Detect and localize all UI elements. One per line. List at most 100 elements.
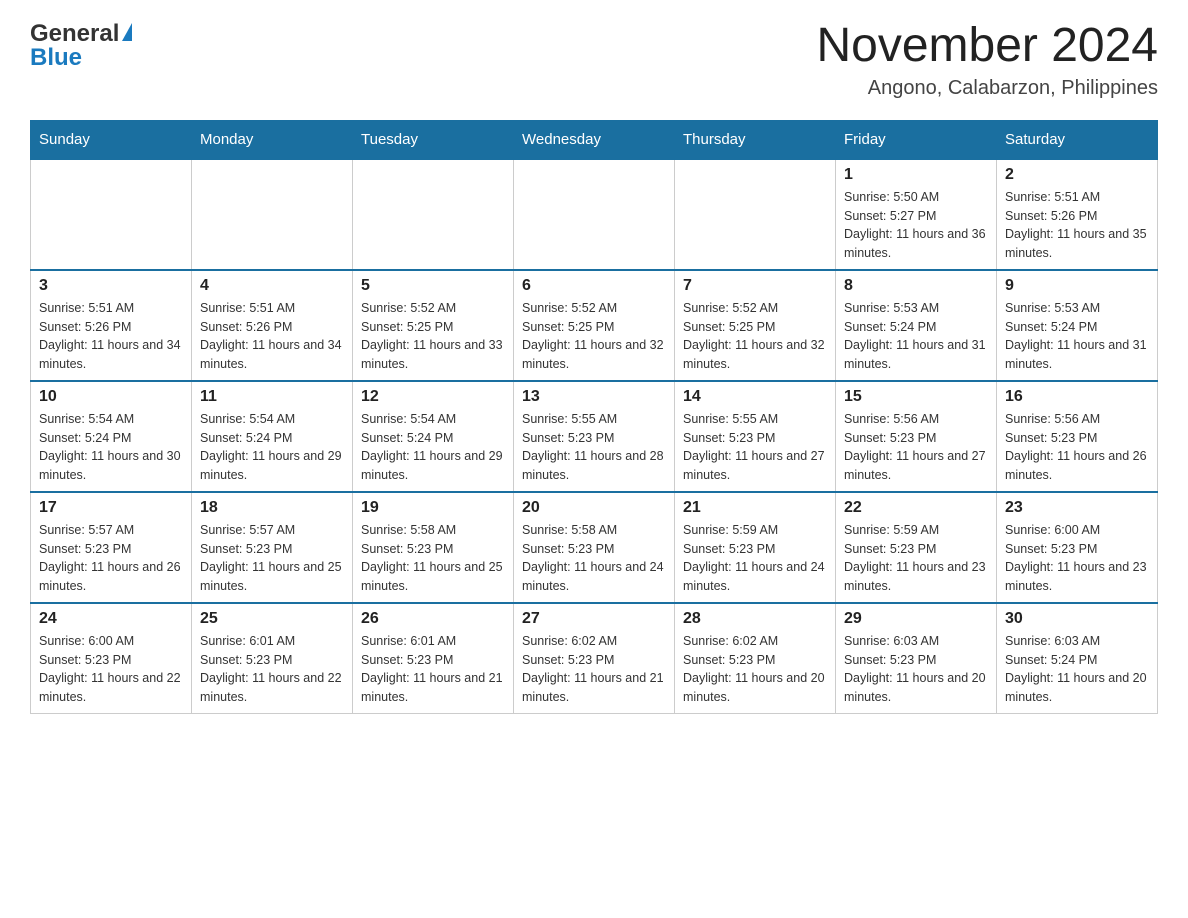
calendar-week-row: 24 Sunrise: 6:00 AM Sunset: 5:23 PM Dayli… — [31, 603, 1158, 714]
day-number: 23 — [1005, 499, 1149, 517]
table-row: 19 Sunrise: 5:58 AM Sunset: 5:23 PM Dayli… — [353, 492, 514, 603]
day-number: 19 — [361, 499, 505, 517]
day-info: Sunrise: 6:02 AM Sunset: 5:23 PM Dayligh… — [683, 632, 827, 707]
day-number: 11 — [200, 388, 344, 406]
day-info: Sunrise: 5:59 AM Sunset: 5:23 PM Dayligh… — [844, 521, 988, 596]
table-row: 1Sunrise: 5:50 AM Sunset: 5:27 PM Daylig… — [836, 159, 997, 270]
day-number: 28 — [683, 610, 827, 628]
day-number: 15 — [844, 388, 988, 406]
table-row: 26 Sunrise: 6:01 AM Sunset: 5:23 PM Dayli… — [353, 603, 514, 714]
calendar-title: November 2024 — [816, 20, 1158, 73]
day-info: Sunrise: 6:01 AM Sunset: 5:23 PM Dayligh… — [361, 632, 505, 707]
table-row: 5Sunrise: 5:52 AM Sunset: 5:25 PM Daylig… — [353, 270, 514, 381]
table-row: 24 Sunrise: 6:00 AM Sunset: 5:23 PM Dayli… — [31, 603, 192, 714]
logo-blue-text: Blue — [30, 44, 82, 72]
day-number: 12 — [361, 388, 505, 406]
table-row: 7Sunrise: 5:52 AM Sunset: 5:25 PM Daylig… — [675, 270, 836, 381]
day-number: 25 — [200, 610, 344, 628]
day-info: Sunrise: 5:51 AM Sunset: 5:26 PM Dayligh… — [1005, 188, 1149, 263]
logo-triangle-icon — [122, 23, 132, 41]
col-friday: Friday — [836, 120, 997, 159]
calendar-week-row: 1Sunrise: 5:50 AM Sunset: 5:27 PM Daylig… — [31, 159, 1158, 270]
col-thursday: Thursday — [675, 120, 836, 159]
day-info: Sunrise: 5:56 AM Sunset: 5:23 PM Dayligh… — [1005, 410, 1149, 485]
day-number: 13 — [522, 388, 666, 406]
day-number: 24 — [39, 610, 183, 628]
day-info: Sunrise: 5:57 AM Sunset: 5:23 PM Dayligh… — [200, 521, 344, 596]
calendar-location: Angono, Calabarzon, Philippines — [816, 77, 1158, 100]
day-info: Sunrise: 5:55 AM Sunset: 5:23 PM Dayligh… — [522, 410, 666, 485]
day-number: 7 — [683, 277, 827, 295]
col-sunday: Sunday — [31, 120, 192, 159]
table-row: 3 Sunrise: 5:51 AM Sunset: 5:26 PM Daylig… — [31, 270, 192, 381]
day-number: 9 — [1005, 277, 1149, 295]
table-row: 4 Sunrise: 5:51 AM Sunset: 5:26 PM Daylig… — [192, 270, 353, 381]
day-info: Sunrise: 5:59 AM Sunset: 5:23 PM Dayligh… — [683, 521, 827, 596]
col-tuesday: Tuesday — [353, 120, 514, 159]
day-info: Sunrise: 5:58 AM Sunset: 5:23 PM Dayligh… — [361, 521, 505, 596]
table-row: 20 Sunrise: 5:58 AM Sunset: 5:23 PM Dayli… — [514, 492, 675, 603]
calendar-week-row: 17 Sunrise: 5:57 AM Sunset: 5:23 PM Dayli… — [31, 492, 1158, 603]
table-row: 25 Sunrise: 6:01 AM Sunset: 5:23 PM Dayli… — [192, 603, 353, 714]
table-row: 30 Sunrise: 6:03 AM Sunset: 5:24 PM Dayli… — [997, 603, 1158, 714]
calendar-title-block: November 2024 Angono, Calabarzon, Philip… — [816, 20, 1158, 100]
col-saturday: Saturday — [997, 120, 1158, 159]
day-number: 18 — [200, 499, 344, 517]
day-info: Sunrise: 5:54 AM Sunset: 5:24 PM Dayligh… — [39, 410, 183, 485]
day-info: Sunrise: 6:01 AM Sunset: 5:23 PM Dayligh… — [200, 632, 344, 707]
table-row — [675, 159, 836, 270]
table-row: 9 Sunrise: 5:53 AM Sunset: 5:24 PM Daylig… — [997, 270, 1158, 381]
day-number: 30 — [1005, 610, 1149, 628]
day-number: 17 — [39, 499, 183, 517]
day-info: Sunrise: 6:03 AM Sunset: 5:23 PM Dayligh… — [844, 632, 988, 707]
table-row: 18 Sunrise: 5:57 AM Sunset: 5:23 PM Dayli… — [192, 492, 353, 603]
day-number: 16 — [1005, 388, 1149, 406]
day-info: Sunrise: 5:51 AM Sunset: 5:26 PM Dayligh… — [200, 299, 344, 374]
table-row: 15 Sunrise: 5:56 AM Sunset: 5:23 PM Dayli… — [836, 381, 997, 492]
day-info: Sunrise: 6:03 AM Sunset: 5:24 PM Dayligh… — [1005, 632, 1149, 707]
table-row: 23 Sunrise: 6:00 AM Sunset: 5:23 PM Dayli… — [997, 492, 1158, 603]
day-number: 20 — [522, 499, 666, 517]
table-row: 13 Sunrise: 5:55 AM Sunset: 5:23 PM Dayli… — [514, 381, 675, 492]
day-number: 6 — [522, 277, 666, 295]
day-number: 3 — [39, 277, 183, 295]
day-number: 22 — [844, 499, 988, 517]
table-row — [192, 159, 353, 270]
table-row: 28 Sunrise: 6:02 AM Sunset: 5:23 PM Dayli… — [675, 603, 836, 714]
day-info: Sunrise: 5:51 AM Sunset: 5:26 PM Dayligh… — [39, 299, 183, 374]
day-number: 2 — [1005, 166, 1149, 184]
day-info: Sunrise: 5:57 AM Sunset: 5:23 PM Dayligh… — [39, 521, 183, 596]
day-info: Sunrise: 5:52 AM Sunset: 5:25 PM Dayligh… — [522, 299, 666, 374]
table-row: 22 Sunrise: 5:59 AM Sunset: 5:23 PM Dayli… — [836, 492, 997, 603]
table-row: 14Sunrise: 5:55 AM Sunset: 5:23 PM Dayli… — [675, 381, 836, 492]
day-info: Sunrise: 5:53 AM Sunset: 5:24 PM Dayligh… — [844, 299, 988, 374]
table-row — [514, 159, 675, 270]
table-row — [31, 159, 192, 270]
day-number: 27 — [522, 610, 666, 628]
col-wednesday: Wednesday — [514, 120, 675, 159]
calendar-week-row: 10 Sunrise: 5:54 AM Sunset: 5:24 PM Dayli… — [31, 381, 1158, 492]
day-info: Sunrise: 5:55 AM Sunset: 5:23 PM Dayligh… — [683, 410, 827, 485]
table-row: 10 Sunrise: 5:54 AM Sunset: 5:24 PM Dayli… — [31, 381, 192, 492]
day-number: 26 — [361, 610, 505, 628]
col-monday: Monday — [192, 120, 353, 159]
page-header: General Blue November 2024 Angono, Calab… — [30, 20, 1158, 100]
calendar-week-row: 3 Sunrise: 5:51 AM Sunset: 5:26 PM Daylig… — [31, 270, 1158, 381]
day-info: Sunrise: 5:54 AM Sunset: 5:24 PM Dayligh… — [361, 410, 505, 485]
day-number: 21 — [683, 499, 827, 517]
day-number: 29 — [844, 610, 988, 628]
table-row: 17 Sunrise: 5:57 AM Sunset: 5:23 PM Dayli… — [31, 492, 192, 603]
day-number: 1 — [844, 166, 988, 184]
day-info: Sunrise: 6:00 AM Sunset: 5:23 PM Dayligh… — [39, 632, 183, 707]
table-row: 11Sunrise: 5:54 AM Sunset: 5:24 PM Dayli… — [192, 381, 353, 492]
day-info: Sunrise: 6:00 AM Sunset: 5:23 PM Dayligh… — [1005, 521, 1149, 596]
day-number: 8 — [844, 277, 988, 295]
table-row: 12 Sunrise: 5:54 AM Sunset: 5:24 PM Dayli… — [353, 381, 514, 492]
day-info: Sunrise: 5:56 AM Sunset: 5:23 PM Dayligh… — [844, 410, 988, 485]
day-number: 4 — [200, 277, 344, 295]
logo: General Blue — [30, 20, 132, 72]
table-row: 29 Sunrise: 6:03 AM Sunset: 5:23 PM Dayli… — [836, 603, 997, 714]
day-info: Sunrise: 5:53 AM Sunset: 5:24 PM Dayligh… — [1005, 299, 1149, 374]
day-number: 10 — [39, 388, 183, 406]
day-info: Sunrise: 5:58 AM Sunset: 5:23 PM Dayligh… — [522, 521, 666, 596]
